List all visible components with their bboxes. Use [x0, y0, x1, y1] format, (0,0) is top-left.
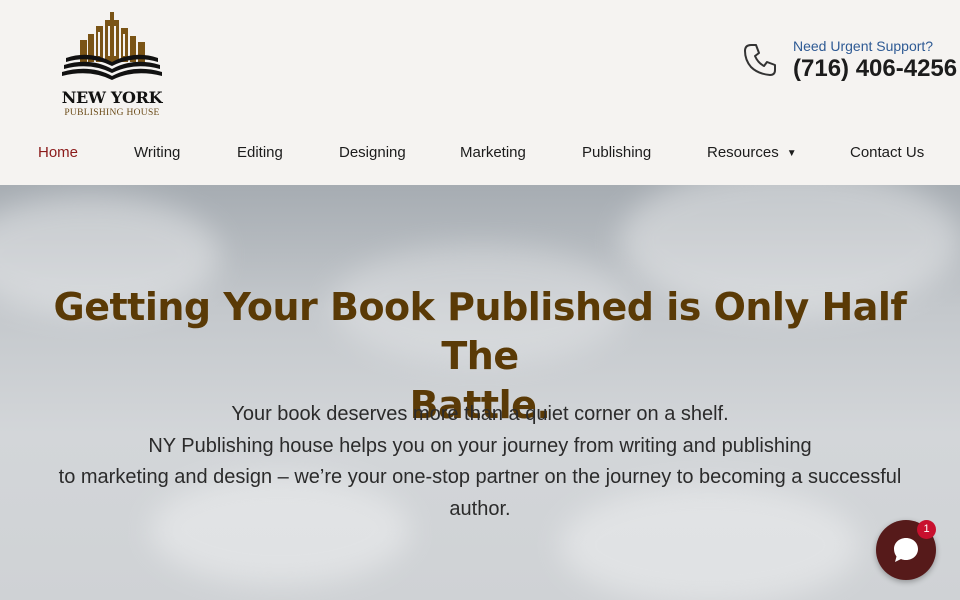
chat-notification-badge: 1 — [917, 520, 936, 539]
hero-line: author. — [449, 497, 511, 520]
phone-icon — [744, 44, 776, 76]
nav-item-contact-us[interactable]: Contact Us — [850, 144, 924, 161]
main-navigation: Home Writing Editing Designing Marketing… — [0, 140, 960, 166]
hero-line: NY Publishing house helps you on your jo… — [148, 434, 812, 457]
hero-description: Your book deserves more than a quiet cor… — [40, 399, 920, 525]
nav-item-writing[interactable]: Writing — [134, 144, 180, 161]
support-phone-number[interactable]: (716) 406-4256 — [793, 55, 957, 83]
logo-title: NEW YORK — [61, 88, 163, 107]
support-label: Need Urgent Support? — [793, 38, 934, 54]
nav-item-marketing[interactable]: Marketing — [460, 144, 526, 161]
nav-item-resources[interactable]: Resources ▼ — [707, 144, 797, 161]
nav-item-resources-label: Resources — [707, 144, 779, 161]
hero-title-line1: Getting Your Book Published is Only Half… — [53, 285, 907, 378]
chevron-down-icon: ▼ — [786, 148, 797, 159]
book-skyline-logo-icon — [62, 12, 162, 80]
hero-line: Your book deserves more than a quiet cor… — [231, 403, 729, 425]
site-logo[interactable]: NEW YORK PUBLISHING HOUSE — [52, 12, 176, 118]
nav-item-designing[interactable]: Designing — [339, 144, 406, 161]
chat-bubble-icon — [894, 538, 918, 562]
nav-item-home[interactable]: Home — [38, 144, 78, 161]
site-header: NEW YORK PUBLISHING HOUSE Need Urgent Su… — [0, 0, 960, 185]
hero-line: to marketing and design – we’re your one… — [58, 466, 902, 488]
logo-subtitle: PUBLISHING HOUSE — [64, 108, 160, 118]
urgent-support[interactable]: Need Urgent Support? (716) 406-4256 — [742, 38, 960, 88]
nav-item-publishing[interactable]: Publishing — [582, 144, 651, 161]
hero-section: Getting Your Book Published is Only Half… — [0, 185, 960, 600]
nav-item-editing[interactable]: Editing — [237, 144, 283, 161]
